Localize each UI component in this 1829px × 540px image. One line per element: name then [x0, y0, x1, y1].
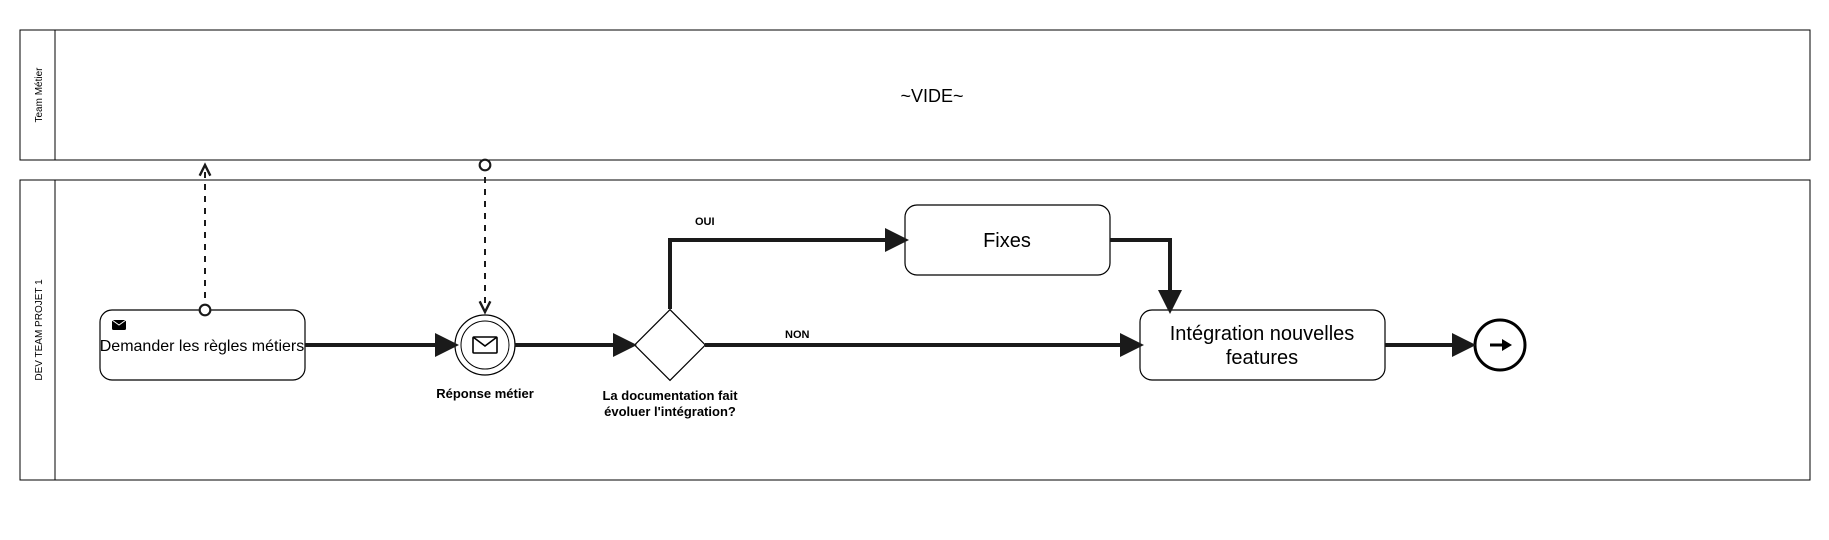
task-fixes[interactable]: Fixes — [905, 205, 1110, 275]
flow-fixes-to-integration[interactable] — [1110, 240, 1170, 310]
task-fixes-label: Fixes — [983, 230, 1031, 252]
task-integration-label-l2: features — [1226, 347, 1298, 369]
lane-team-metier[interactable]: Team Métier ~VIDE~ — [20, 30, 1810, 160]
gateway-doc-evolution[interactable]: La documentation fait évoluer l'intégrat… — [602, 310, 738, 419]
event-response-metier[interactable]: Réponse métier — [436, 315, 534, 401]
envelope-icon — [473, 337, 497, 353]
task-integration[interactable]: Intégration nouvelles features — [1140, 310, 1385, 380]
lane-title-top: Team Métier — [34, 67, 45, 123]
flow-gateway-yes[interactable] — [670, 240, 905, 309]
lane-placeholder: ~VIDE~ — [900, 86, 963, 106]
event-response-caption: Réponse métier — [436, 386, 534, 401]
flow-label-yes: OUI — [695, 216, 715, 228]
task-integration-label-l1: Intégration nouvelles — [1170, 323, 1355, 345]
task-request-rules[interactable]: Demander les règles métiers — [100, 310, 305, 380]
gateway-caption-l2: évoluer l'intégration? — [604, 404, 736, 419]
task-request-label: Demander les règles métiers — [100, 338, 305, 355]
flow-label-no: NON — [785, 329, 810, 341]
lane-title-bottom: DEV TEAM PROJET 1 — [34, 279, 45, 381]
gateway-caption-l1: La documentation fait — [602, 388, 738, 403]
bpmn-diagram: Team Métier ~VIDE~ DEV TEAM PROJET 1 Dem… — [0, 0, 1829, 540]
end-event[interactable] — [1475, 320, 1525, 370]
send-marker-icon — [112, 320, 126, 330]
